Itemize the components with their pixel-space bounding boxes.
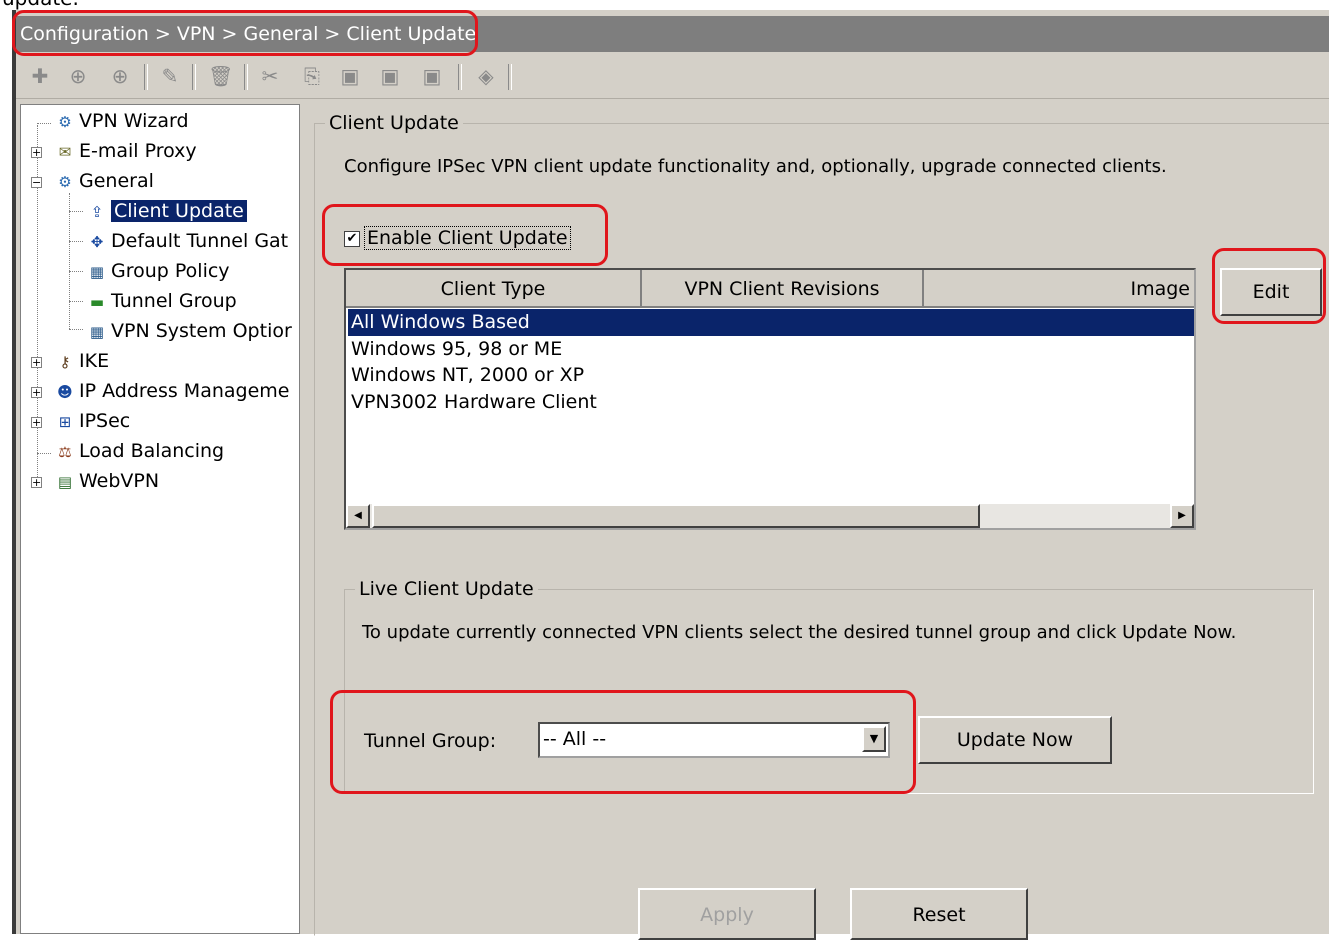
tree-expander-email-proxy[interactable]: + bbox=[31, 147, 42, 158]
tree-item-ipsec[interactable]: ⊞ IPSec bbox=[53, 407, 131, 435]
client-update-legend: Client Update bbox=[329, 112, 459, 134]
client-update-icon: ⇪ bbox=[90, 202, 104, 221]
load-balancing-icon: ⚖ bbox=[58, 442, 72, 461]
find-icon[interactable]: ◈ bbox=[474, 64, 498, 88]
update-now-button[interactable]: Update Now bbox=[918, 716, 1112, 764]
table-horizontal-scrollbar[interactable]: ◀ ▶ bbox=[346, 504, 1194, 528]
edit-button-highlight bbox=[1212, 248, 1326, 324]
caption-fragment: update. bbox=[2, 0, 79, 10]
table-row[interactable]: All Windows Based bbox=[348, 309, 1194, 336]
tree-item-general[interactable]: ⚙ General bbox=[53, 167, 154, 195]
tree-expander-ike[interactable]: + bbox=[31, 357, 42, 368]
vpn-system-options-icon: ▦ bbox=[89, 322, 105, 341]
tree-item-tunnel-group[interactable]: ▬ Tunnel Group bbox=[85, 287, 237, 315]
general-icon: ⚙ bbox=[58, 172, 72, 191]
cut-icon[interactable]: ✂ bbox=[258, 64, 282, 88]
tree-item-email-proxy[interactable]: ✉ E-mail Proxy bbox=[53, 137, 197, 165]
paste-before-icon[interactable]: ▣ bbox=[420, 64, 444, 88]
tree-item-ip-address-management[interactable]: ☻ IP Address Manageme bbox=[53, 377, 289, 405]
table-row[interactable]: Windows NT, 2000 or XP bbox=[348, 362, 1194, 389]
ip-address-management-icon: ☻ bbox=[57, 382, 73, 401]
toolbar: ✚ ⊕ ⊕ ✎ 🗑 ✂ ⎘ ▣ ▣ ▣ ◈ bbox=[16, 56, 1329, 99]
table-row[interactable]: VPN3002 Hardware Client bbox=[348, 389, 1194, 416]
default-tunnel-gateway-icon: ✥ bbox=[90, 232, 104, 251]
column-header-client-type[interactable]: Client Type bbox=[346, 270, 642, 308]
tree-expander-webvpn[interactable]: + bbox=[31, 477, 42, 488]
webvpn-icon: ▤ bbox=[57, 472, 73, 491]
edit-icon[interactable]: ✎ bbox=[158, 64, 182, 88]
tree-item-vpn-system-options[interactable]: ▦ VPN System Optior bbox=[85, 317, 292, 345]
scrollbar-thumb[interactable] bbox=[372, 504, 980, 528]
client-update-description: Configure IPSec VPN client update functi… bbox=[344, 156, 1167, 177]
client-type-table[interactable]: Client Type VPN Client Revisions Image A… bbox=[344, 268, 1196, 530]
ike-icon: ⚷ bbox=[59, 352, 71, 371]
ipsec-icon: ⊞ bbox=[58, 412, 72, 431]
wizard-icon: ⚙ bbox=[58, 112, 72, 131]
insert-after-icon[interactable]: ⊕ bbox=[66, 64, 90, 88]
live-update-description: To update currently connected VPN client… bbox=[362, 622, 1237, 643]
tree-item-default-tunnel-gateway[interactable]: ✥ Default Tunnel Gat bbox=[85, 227, 288, 255]
tree-item-client-update[interactable]: ⇪ Client Update bbox=[85, 197, 247, 225]
tunnel-group-highlight bbox=[330, 690, 916, 794]
tunnel-group-icon: ▬ bbox=[89, 292, 105, 311]
tree-expander-ipsec[interactable]: + bbox=[31, 417, 42, 428]
scroll-left-icon[interactable]: ◀ bbox=[346, 504, 370, 528]
vpn-navigation-tree: ⚙ VPN Wizard + ✉ E-mail Proxy − ⚙ General ⇪… bbox=[20, 104, 300, 934]
live-client-update-legend: Live Client Update bbox=[359, 578, 534, 600]
paste-icon[interactable]: ▣ bbox=[338, 64, 362, 88]
tree-item-ike[interactable]: ⚷ IKE bbox=[53, 347, 110, 375]
column-header-image[interactable]: Image bbox=[924, 270, 1194, 308]
tree-item-load-balancing[interactable]: ⚖ Load Balancing bbox=[53, 437, 224, 465]
breadcrumb-highlight bbox=[12, 10, 478, 56]
tree-item-webvpn[interactable]: ▤ WebVPN bbox=[53, 467, 159, 495]
group-policy-icon: ▦ bbox=[89, 262, 105, 281]
scroll-right-icon[interactable]: ▶ bbox=[1170, 504, 1194, 528]
enable-checkbox-highlight bbox=[322, 204, 608, 266]
tree-expander-general[interactable]: − bbox=[31, 177, 42, 188]
reset-button[interactable]: Reset bbox=[850, 888, 1028, 940]
table-row[interactable]: Windows 95, 98 or ME bbox=[348, 336, 1194, 363]
insert-before-icon[interactable]: ⊕ bbox=[108, 64, 132, 88]
tree-expander-ip-address-management[interactable]: + bbox=[31, 387, 42, 398]
tree-item-group-policy[interactable]: ▦ Group Policy bbox=[85, 257, 230, 285]
add-icon[interactable]: ✚ bbox=[28, 64, 52, 88]
email-proxy-icon: ✉ bbox=[58, 142, 72, 161]
delete-icon[interactable]: 🗑 bbox=[208, 64, 233, 88]
tree-item-vpn-wizard[interactable]: ⚙ VPN Wizard bbox=[53, 107, 188, 135]
copy-icon[interactable]: ⎘ bbox=[300, 64, 324, 88]
column-header-vpn-client-revisions[interactable]: VPN Client Revisions bbox=[642, 270, 924, 308]
paste-after-icon[interactable]: ▣ bbox=[378, 64, 402, 88]
apply-button[interactable]: Apply bbox=[638, 888, 816, 940]
